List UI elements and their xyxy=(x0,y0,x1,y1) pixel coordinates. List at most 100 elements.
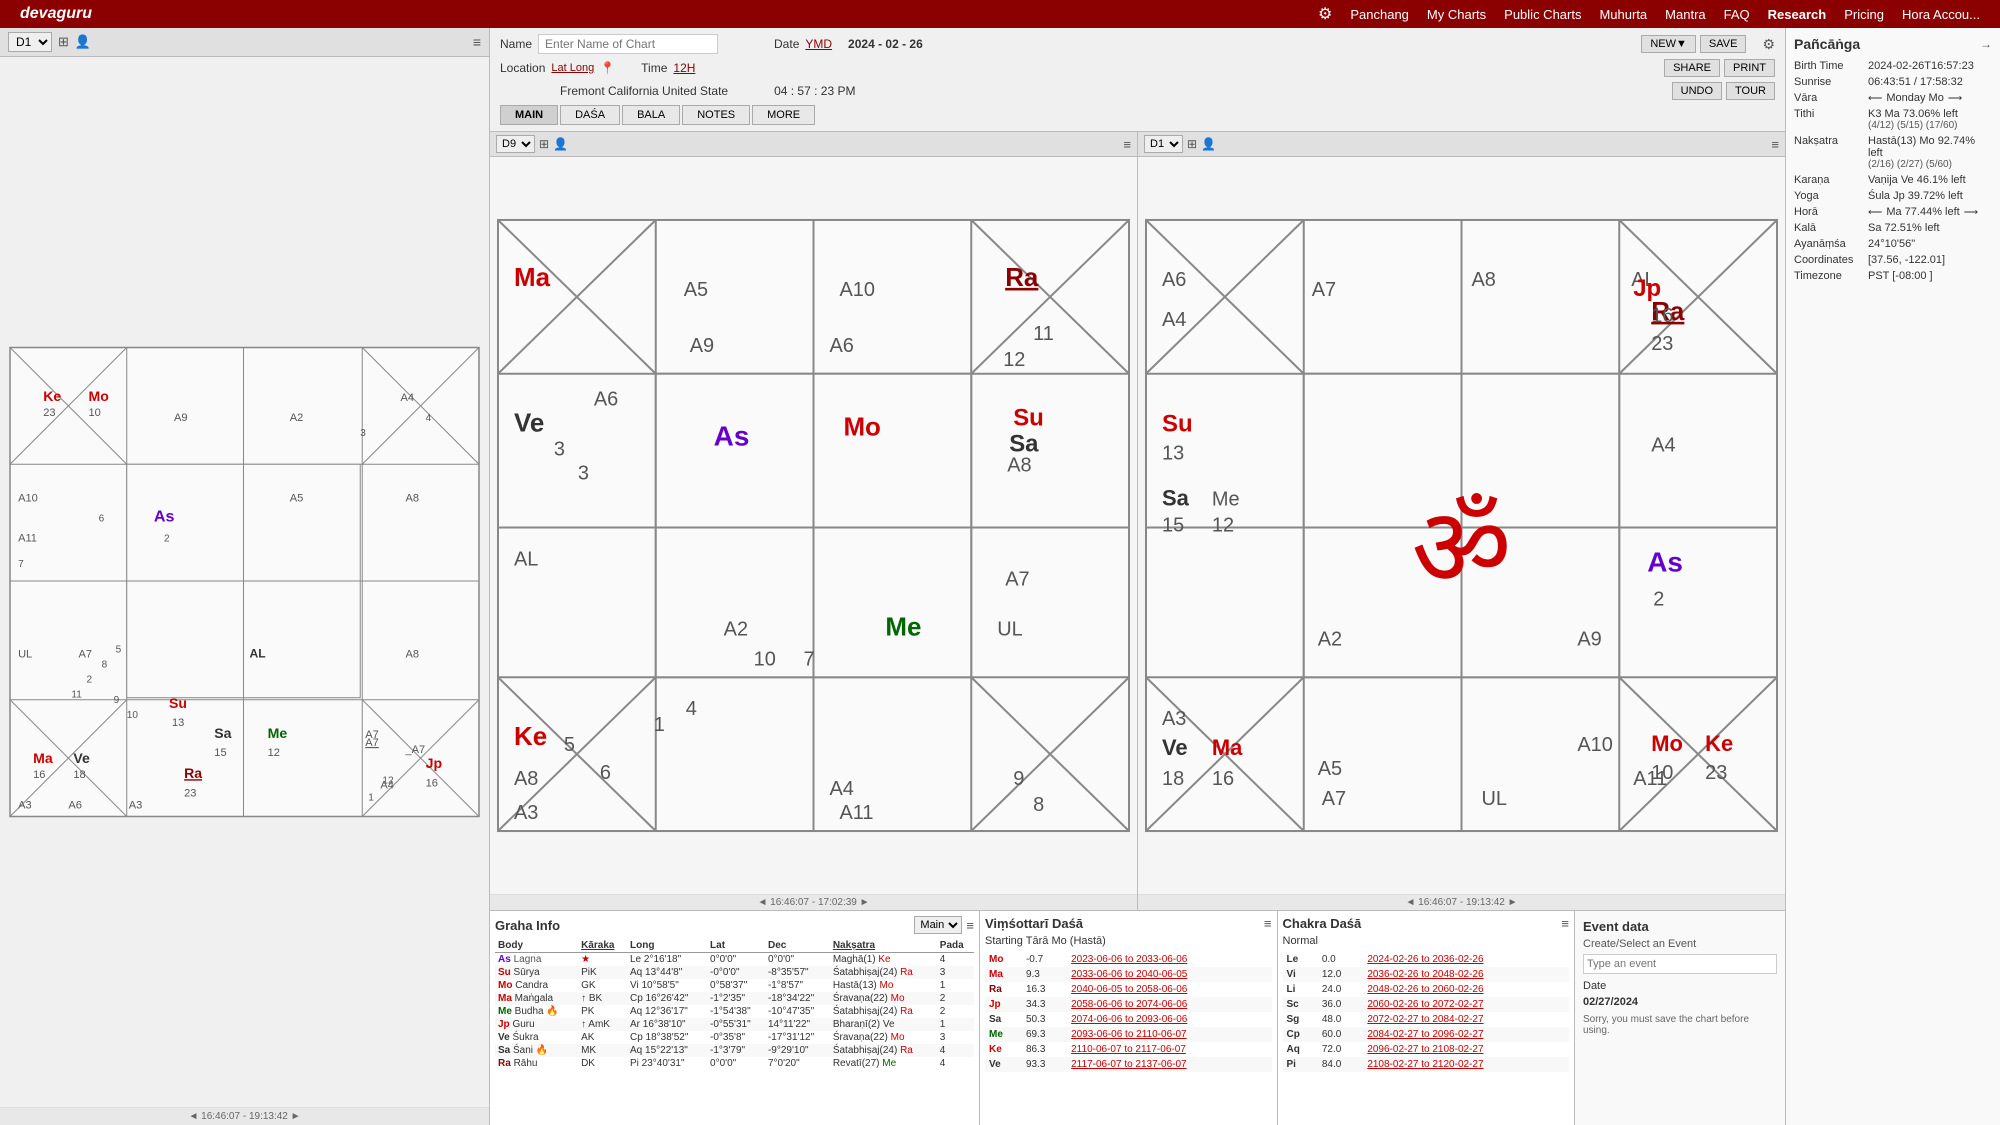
person-icon[interactable]: 👤 xyxy=(75,34,91,50)
svg-text:Ma: Ma xyxy=(514,264,551,292)
vara-value: ⟵ Monday Mo ⟶ xyxy=(1868,92,1962,104)
svg-text:A11: A11 xyxy=(18,533,37,545)
svg-text:AL: AL xyxy=(250,646,266,660)
d9-person-icon[interactable]: 👤 xyxy=(553,137,568,151)
svg-text:16: 16 xyxy=(33,769,45,781)
d1-sub-menu-icon[interactable]: ≡ xyxy=(1771,137,1779,152)
chakra-aq-planet: Aq xyxy=(1283,1042,1318,1057)
nav-hora[interactable]: Hora Accou... xyxy=(1902,7,1980,22)
graha-row-sa: Sa Śani 🔥 MK Aq 15°22'13" -1°3'79" -9°29… xyxy=(495,1044,974,1057)
tour-button[interactable]: TOUR xyxy=(1726,82,1775,100)
svg-text:6: 6 xyxy=(99,514,105,525)
print-button[interactable]: PRINT xyxy=(1724,59,1775,77)
svg-text:A5: A5 xyxy=(1318,758,1342,780)
nav-panchang[interactable]: Panchang xyxy=(1350,7,1409,22)
sa-long: Aq 15°22'13" xyxy=(627,1044,707,1057)
vimsh-row-me: Me 69.3 2093-06-06 to 2110-06-07 xyxy=(985,1027,1272,1042)
chakra-tbody: Le 0.0 2024-02-26 to 2036-02-26 Vi 12.0 … xyxy=(1283,952,1570,1072)
name-label: Name xyxy=(500,37,532,51)
birth-time-label: Birth Time xyxy=(1794,60,1864,72)
tab-dasa[interactable]: DAŚA xyxy=(560,105,620,125)
naksatra-label: Nakṣatra xyxy=(1794,135,1864,147)
d9-type-select[interactable]: D9 xyxy=(496,135,535,153)
nav-publiccharts[interactable]: Public Charts xyxy=(1504,7,1581,22)
svg-text:AL: AL xyxy=(514,548,538,570)
menu-icon[interactable]: ≡ xyxy=(473,34,481,50)
su-karaka: PiK xyxy=(578,966,627,979)
name-input[interactable] xyxy=(538,34,718,54)
graha-row-ma: Ma Maṅgala ↑ BK Cp 16°26'42" -1°2'35" -1… xyxy=(495,992,974,1005)
chart-type-select[interactable]: D1 xyxy=(8,32,52,52)
location-label: Location xyxy=(500,61,545,75)
logo: devaguru xyxy=(20,5,92,23)
nav-pricing[interactable]: Pricing xyxy=(1844,7,1884,22)
jp-pada: 1 xyxy=(937,1018,974,1031)
svg-text:9: 9 xyxy=(114,695,120,706)
location-icon[interactable]: 📍 xyxy=(600,61,615,75)
grid-icon[interactable]: ⊞ xyxy=(58,34,69,50)
vimsh-menu-icon[interactable]: ≡ xyxy=(1264,916,1272,931)
sa-naksatra: Śatabhiṣaj(24) Ra xyxy=(830,1044,937,1057)
chakra-row-li: Li 24.0 2048-02-26 to 2060-02-26 xyxy=(1283,982,1570,997)
as-body: As Lagna xyxy=(495,953,578,967)
chakra-menu-icon[interactable]: ≡ xyxy=(1561,916,1569,931)
svg-text:13: 13 xyxy=(1162,443,1184,465)
d9-menu-icon[interactable]: ≡ xyxy=(1123,137,1131,152)
vimsh-me-planet: Me xyxy=(985,1027,1022,1042)
chakra-li-val: 24.0 xyxy=(1318,982,1363,997)
graha-main-select[interactable]: Main xyxy=(914,916,962,934)
share-button[interactable]: SHARE xyxy=(1664,59,1720,77)
mo-karaka: GK xyxy=(578,979,627,992)
d9-time-bar: ◄ 16:46:07 - 17:02:39 ► xyxy=(490,894,1137,910)
ma-long: Cp 16°26'42" xyxy=(627,992,707,1005)
svg-text:A2: A2 xyxy=(1318,628,1342,650)
tab-more[interactable]: MORE xyxy=(752,105,815,125)
svg-text:A8: A8 xyxy=(406,492,420,504)
gear-icon[interactable]: ⚙ xyxy=(1762,36,1775,53)
nav-mantra[interactable]: Mantra xyxy=(1665,7,1705,22)
d1-sub-type-select[interactable]: D1 xyxy=(1144,135,1183,153)
svg-text:23: 23 xyxy=(43,407,55,419)
save-button[interactable]: SAVE xyxy=(1700,35,1747,53)
undo-button[interactable]: UNDO xyxy=(1672,82,1722,100)
nav-research[interactable]: Research xyxy=(1768,7,1827,22)
graha-menu-icon[interactable]: ≡ xyxy=(966,918,974,933)
bottom-panels: Graha Info Main ≡ Body Kāraka Long Lat D… xyxy=(490,910,1785,1125)
panchanga-forward-icon[interactable]: → xyxy=(1980,37,1992,51)
vimsh-row-mo: Mo -0.7 2023-06-06 to 2033-06-06 xyxy=(985,952,1272,967)
svg-text:UL: UL xyxy=(997,618,1023,640)
svg-text:Ve: Ve xyxy=(73,750,90,766)
naksatra-value: Hastā(13) Mo 92.74% left (2/16) (2/27) (… xyxy=(1868,135,1992,170)
settings-icon[interactable]: ⚙ xyxy=(1318,4,1332,24)
date-format-link[interactable]: YMD xyxy=(805,37,832,51)
d1-sub-chart-panel: D1 ⊞ 👤 ≡ xyxy=(1138,132,1785,910)
event-date-value: 02/27/2024 xyxy=(1583,996,1777,1008)
tab-main[interactable]: MAIN xyxy=(500,105,558,125)
svg-text:Mo: Mo xyxy=(843,414,880,442)
mo-dec: -1°8'57" xyxy=(765,979,830,992)
d1-sub-person-icon[interactable]: 👤 xyxy=(1201,137,1216,151)
svg-text:A7: A7 xyxy=(365,737,379,749)
tab-notes[interactable]: NOTES xyxy=(682,105,750,125)
nav-mycharts[interactable]: My Charts xyxy=(1427,7,1486,22)
svg-text:6: 6 xyxy=(600,762,611,784)
svg-text:Sa: Sa xyxy=(214,725,231,741)
coordinates-label: Coordinates xyxy=(1794,254,1864,266)
d9-grid-icon[interactable]: ⊞ xyxy=(539,137,549,151)
lat-long-link[interactable]: Lat Long xyxy=(551,62,594,74)
event-input[interactable] xyxy=(1583,954,1777,974)
svg-text:10: 10 xyxy=(1651,762,1673,784)
nav-muhurta[interactable]: Muhurta xyxy=(1599,7,1647,22)
as-lat: 0°0'0" xyxy=(707,953,765,967)
coordinates-value: [37.56, -122.01] xyxy=(1868,254,1945,266)
new-button[interactable]: NEW▼ xyxy=(1641,35,1696,53)
tab-bala[interactable]: BALA xyxy=(622,105,680,125)
d1-sub-grid-icon[interactable]: ⊞ xyxy=(1187,137,1197,151)
nav-faq[interactable]: FAQ xyxy=(1724,7,1750,22)
d1-sub-chart-svg: A6 A7 A8 AL Ra 23 A4 Su 13 Sa xyxy=(1142,161,1781,890)
vimsh-ma-range: 2033-06-06 to 2040-06-05 xyxy=(1067,967,1271,982)
time-format-link[interactable]: 12H xyxy=(673,61,695,75)
vimsh-row-ve: Ve 93.3 2117-06-07 to 2137-06-07 xyxy=(985,1057,1272,1072)
as-karaka: ★ xyxy=(578,953,627,967)
svg-text:A3: A3 xyxy=(129,799,143,811)
